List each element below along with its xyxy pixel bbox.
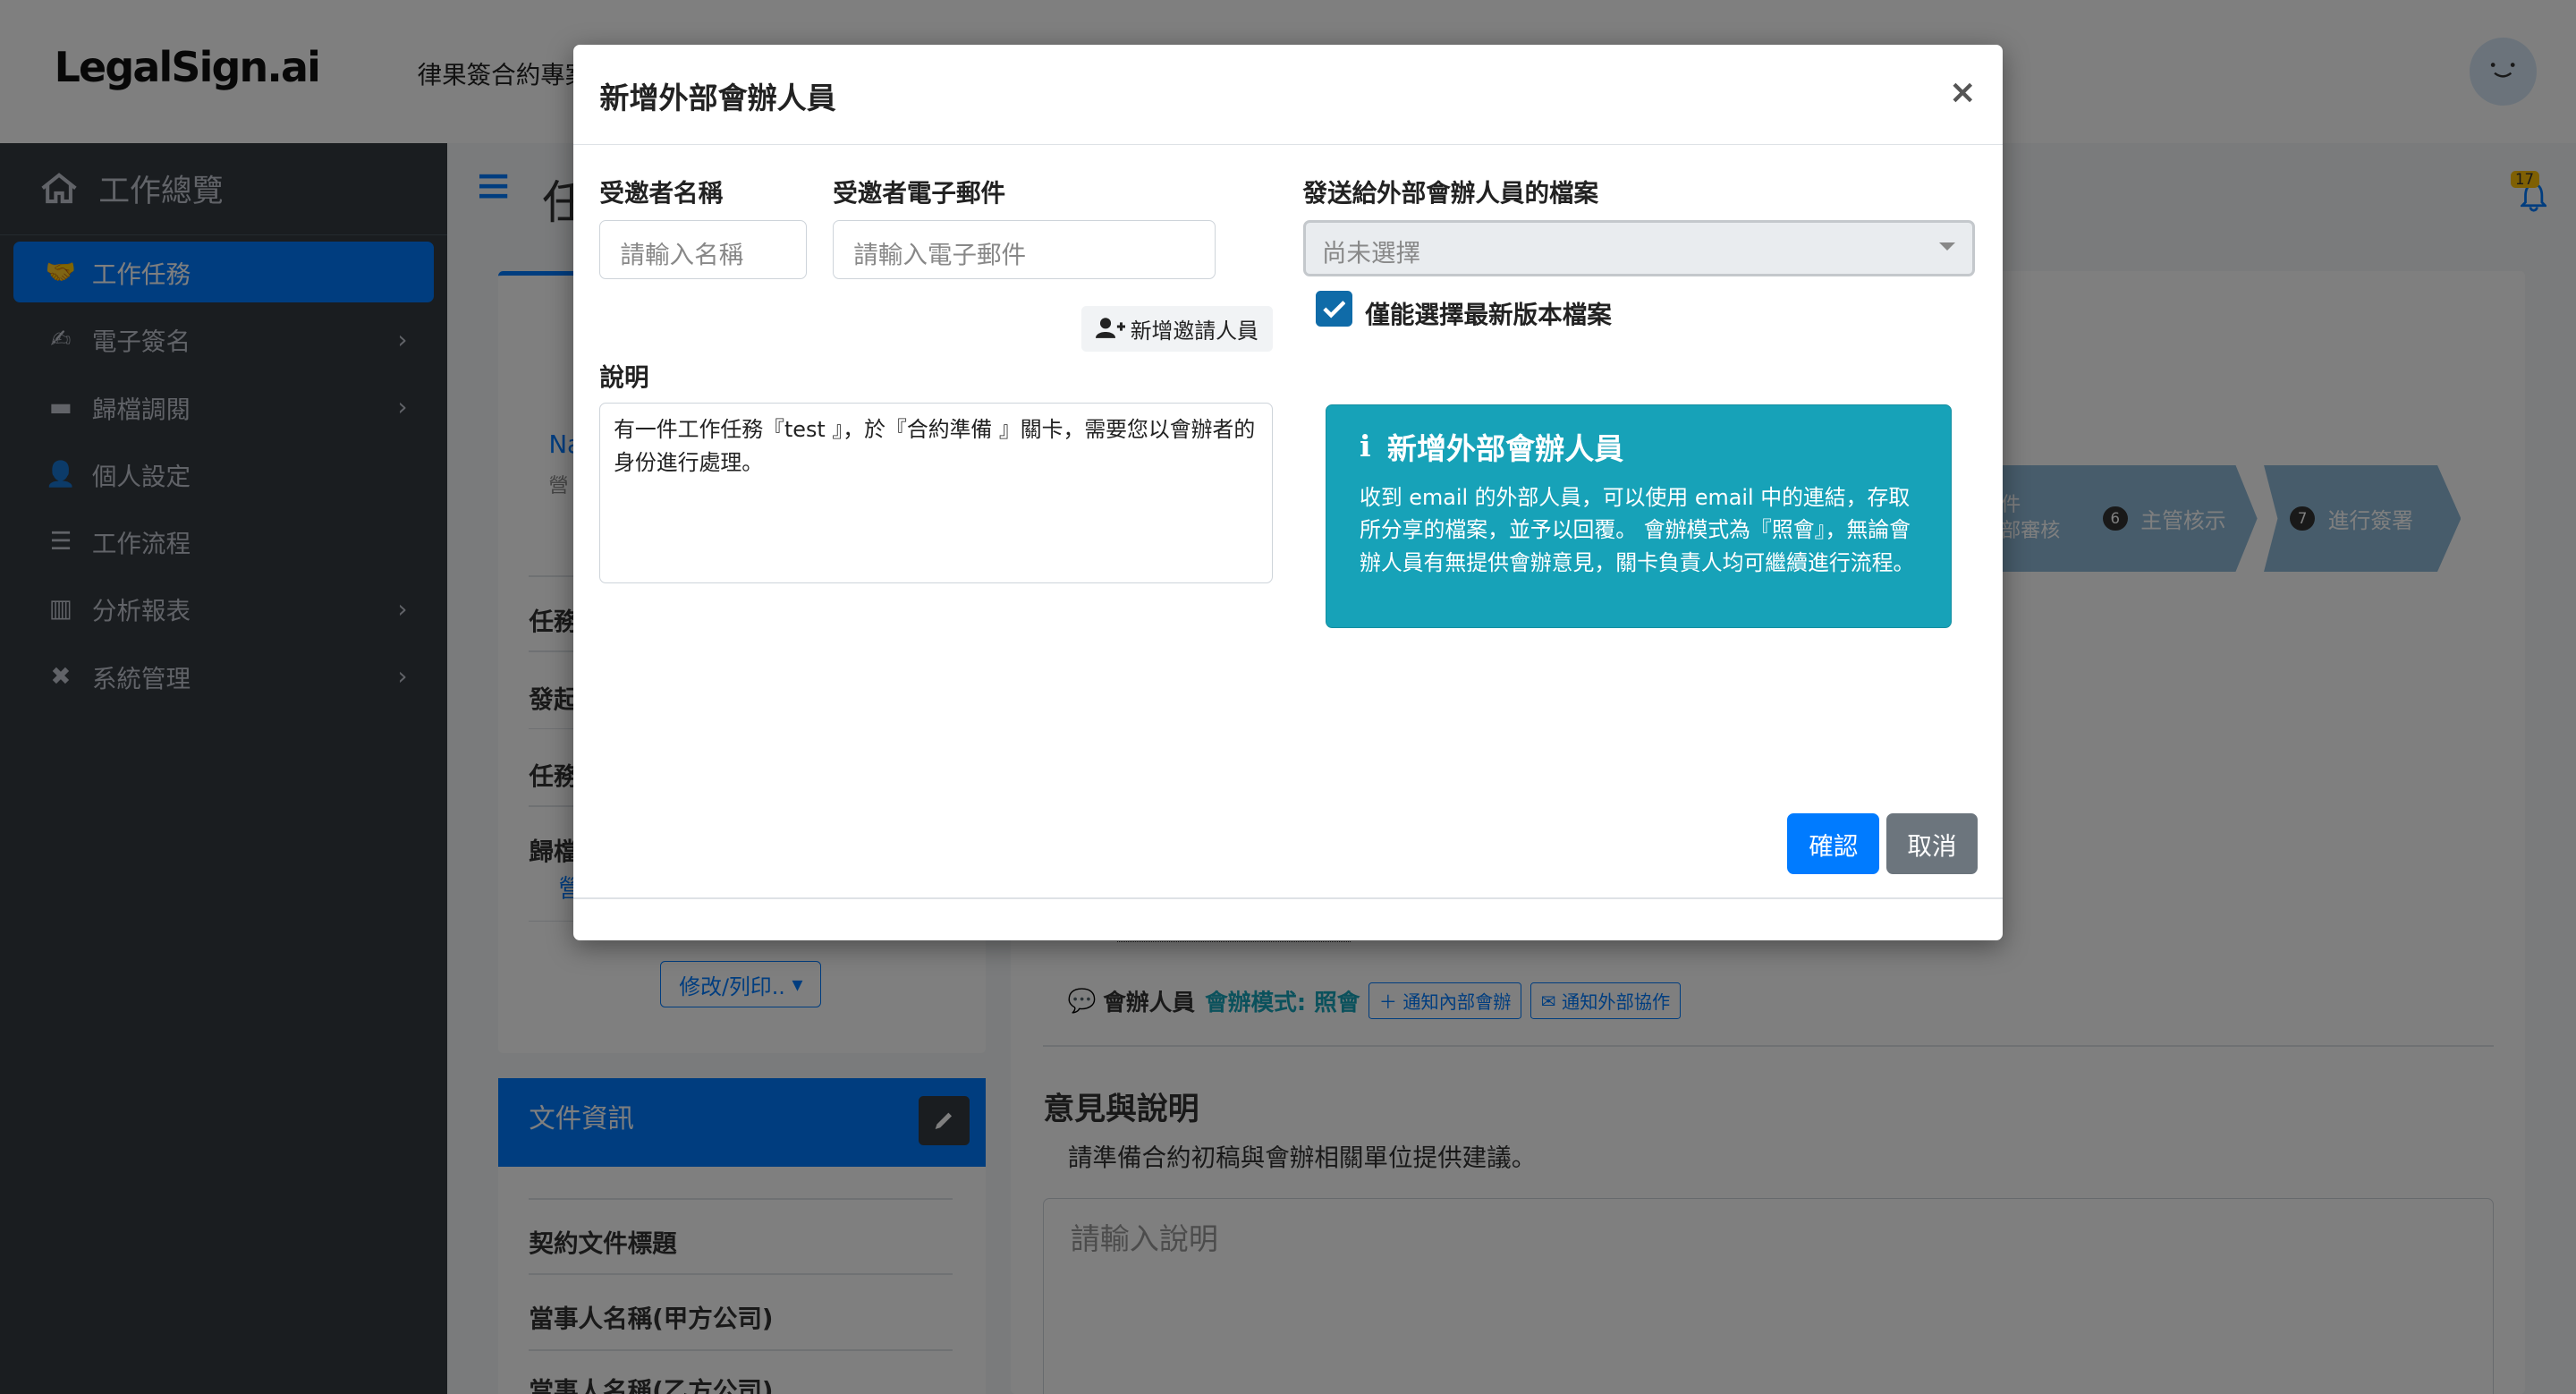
invitee-name-input[interactable]: 請輸入名稱 bbox=[599, 220, 807, 280]
invitee-name-label: 受邀者名稱 bbox=[599, 178, 724, 208]
description-textarea[interactable]: 有一件工作任務『test 』，於『合約準備 』關卡，需要您以會辦者的身份進行處理… bbox=[599, 402, 1274, 584]
info-alert-title: 新增外部會辦人員 bbox=[1386, 430, 1624, 466]
modal-footer-divider bbox=[573, 897, 2003, 899]
modal-header: 新增外部會辦人員 × bbox=[573, 45, 2003, 145]
info-icon: i bbox=[1359, 429, 1371, 464]
latest-only-checkbox[interactable] bbox=[1316, 291, 1352, 327]
cancel-button[interactable]: 取消 bbox=[1885, 813, 1979, 875]
info-alert-body: 收到 email 的外部人員，可以使用 email 中的連結，存取所分享的檔案，… bbox=[1359, 484, 1915, 575]
app-root: LegalSign.ai 律果簽合約專案 工作總覽 🤝工作任務 ✍電子簽名› ▬… bbox=[0, 0, 2576, 1394]
info-alert: i 新增外部會辦人員 收到 email 的外部人員，可以使用 email 中的連結… bbox=[1326, 404, 1953, 628]
add-invitee-button[interactable]: 新增邀請人員 bbox=[1080, 305, 1274, 353]
modal-title: 新增外部會辦人員 bbox=[599, 80, 836, 115]
close-icon[interactable]: × bbox=[1949, 72, 1977, 111]
add-external-cosigner-modal: 新增外部會辦人員 × 受邀者名稱 受邀者電子郵件 發送給外部會辦人員的檔案 請輸… bbox=[573, 44, 2003, 940]
info-alert-title-row: i 新增外部會辦人員 bbox=[1360, 425, 1918, 468]
user-plus-icon bbox=[1096, 318, 1126, 339]
latest-only-label[interactable]: 僅能選擇最新版本檔案 bbox=[1365, 294, 1611, 330]
caret-down-icon bbox=[1939, 242, 1956, 251]
invitee-email-label: 受邀者電子郵件 bbox=[833, 178, 1006, 208]
confirm-button[interactable]: 確認 bbox=[1787, 813, 1880, 875]
check-icon bbox=[1322, 301, 1345, 319]
files-select-value: 尚未選擇 bbox=[1321, 239, 1421, 268]
files-select[interactable]: 尚未選擇 bbox=[1302, 220, 1975, 276]
invitee-email-input[interactable]: 請輸入電子郵件 bbox=[833, 220, 1216, 280]
description-label: 說明 bbox=[599, 362, 649, 392]
files-label: 發送給外部會辦人員的檔案 bbox=[1302, 178, 1599, 208]
add-invitee-label: 新增邀請人員 bbox=[1130, 318, 1258, 344]
